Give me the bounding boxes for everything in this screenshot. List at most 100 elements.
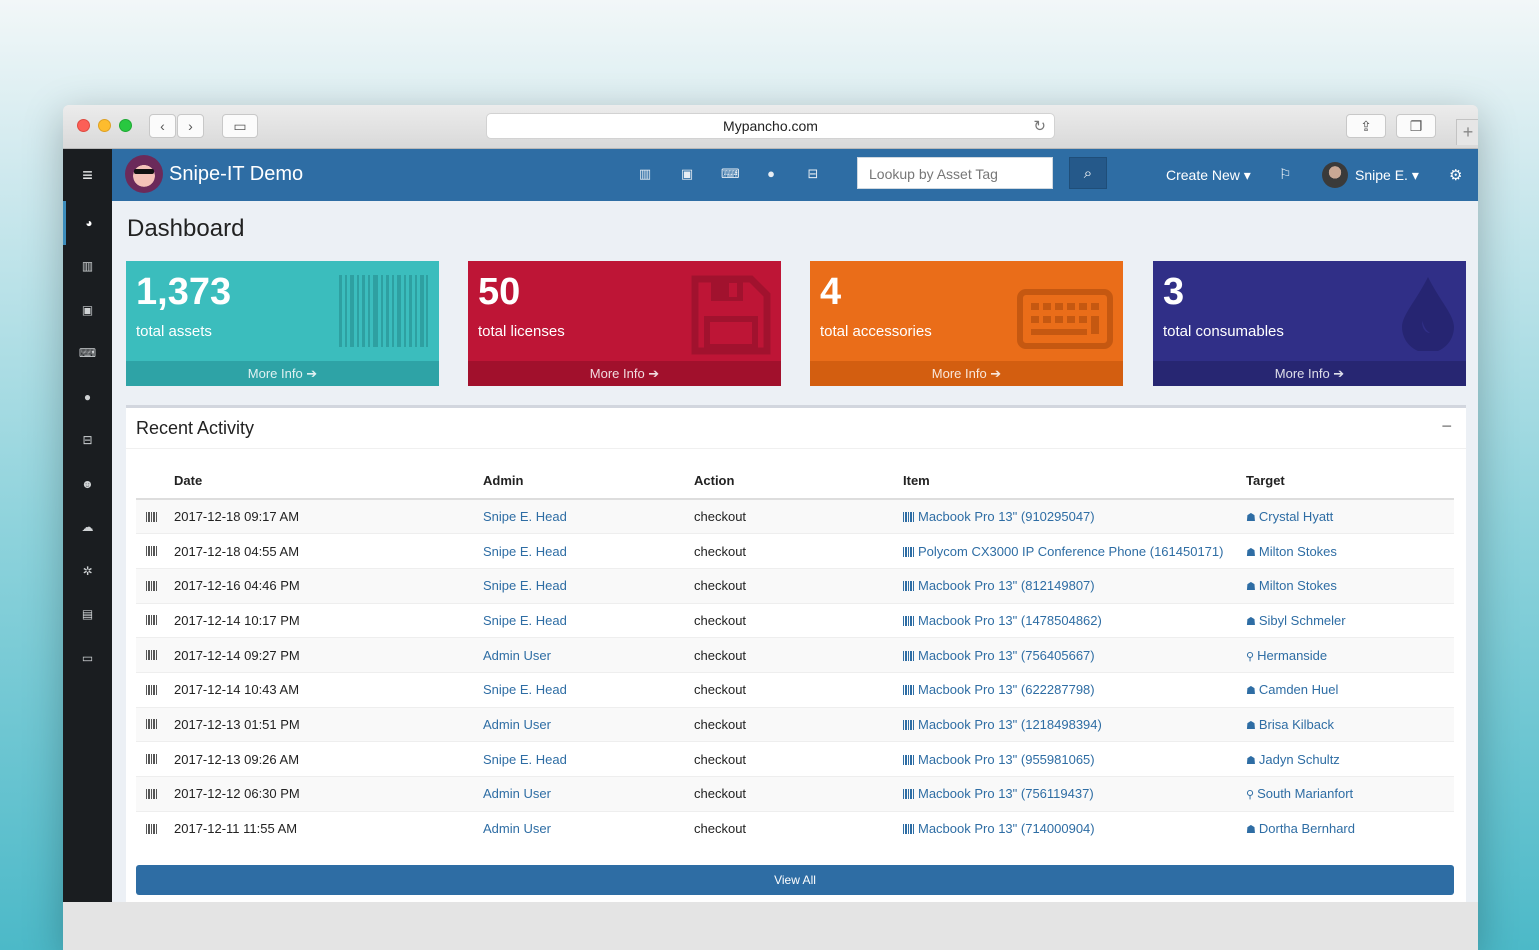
admin-link[interactable]: Snipe E. Head: [483, 613, 567, 628]
page-title: Dashboard: [127, 215, 245, 242]
admin-link[interactable]: Admin User: [483, 786, 551, 801]
laptop-icon: ▭: [81, 650, 94, 665]
forward-button[interactable]: ›: [177, 114, 204, 138]
item-link[interactable]: Macbook Pro 13" (714000904): [918, 821, 1095, 836]
more-info-link[interactable]: More Info ➔: [810, 361, 1123, 386]
stat-box-accessories[interactable]: 4 total accessories More Info ➔: [810, 261, 1123, 386]
user-menu[interactable]: Snipe E. ▾: [1322, 162, 1419, 188]
action-cell: checkout: [684, 533, 893, 569]
admin-link[interactable]: Snipe E. Head: [483, 544, 567, 559]
sidebar-item-people[interactable]: ☻: [63, 462, 112, 506]
item-link[interactable]: Macbook Pro 13" (812149807): [918, 578, 1095, 593]
barcode-icon: [146, 719, 158, 730]
item-link[interactable]: Macbook Pro 13" (955981065): [918, 752, 1095, 767]
more-info-link[interactable]: More Info ➔: [468, 361, 781, 386]
zoom-window-button[interactable]: [119, 119, 132, 132]
brand[interactable]: Snipe-IT Demo: [125, 155, 303, 193]
address-bar[interactable]: Mypancho.com ↻: [486, 113, 1055, 139]
item-cell: Macbook Pro 13" (1478504862): [893, 602, 1236, 638]
barcode-icon: [903, 685, 915, 696]
table-row: 2017-12-11 11:55 AM Admin User checkout Mac…: [136, 810, 1454, 846]
item-link[interactable]: Macbook Pro 13" (622287798): [918, 682, 1095, 697]
stat-box-consumables[interactable]: 3 total consumables More Info ➔: [1153, 261, 1466, 386]
target-link[interactable]: Sibyl Schmeler: [1259, 613, 1346, 628]
sidebar-item-licenses[interactable]: ▣: [63, 288, 112, 332]
view-all-button[interactable]: View All: [136, 865, 1454, 895]
table-row: 2017-12-13 01:51 PM Admin User checkout Mac…: [136, 706, 1454, 742]
menu-toggle[interactable]: ≡: [63, 149, 112, 201]
sidebar-item-settings[interactable]: ✲: [63, 549, 112, 593]
new-tab-button[interactable]: +: [1456, 119, 1478, 145]
item-cell: Macbook Pro 13" (756405667): [893, 637, 1236, 673]
sidebar-item-dashboard[interactable]: ◕: [63, 201, 112, 245]
accessories-keyboard-icon[interactable]: ⌨: [721, 166, 740, 182]
sidebar-item-consumables[interactable]: ●: [63, 375, 112, 419]
tabs-button[interactable]: ❐: [1396, 114, 1436, 138]
column-header-date[interactable]: Date: [164, 463, 473, 500]
admin-link[interactable]: Snipe E. Head: [483, 509, 567, 524]
assets-barcode-icon[interactable]: ▥: [637, 166, 653, 182]
components-hdd-icon[interactable]: ⊟: [805, 166, 821, 182]
target-link[interactable]: Milton Stokes: [1259, 578, 1337, 593]
sidebar-item-reports[interactable]: ▤: [63, 593, 112, 637]
consumables-drop-icon[interactable]: ●: [763, 166, 779, 182]
column-header-item[interactable]: Item: [893, 463, 1236, 500]
admin-link[interactable]: Admin User: [483, 717, 551, 732]
admin-link[interactable]: Admin User: [483, 648, 551, 663]
item-cell: Macbook Pro 13" (1218498394): [893, 706, 1236, 742]
target-link[interactable]: Dortha Bernhard: [1259, 821, 1355, 836]
sidebar-item-import[interactable]: ☁: [63, 506, 112, 550]
target-link[interactable]: Camden Huel: [1259, 682, 1339, 697]
more-info-link[interactable]: More Info ➔: [126, 361, 439, 386]
sidebar-toggle-button[interactable]: ▭: [222, 114, 258, 138]
item-link[interactable]: Macbook Pro 13" (1218498394): [918, 717, 1102, 732]
quick-nav-icons: ▥ ▣ ⌨ ● ⊟: [637, 166, 821, 182]
stat-box-assets[interactable]: 1,373 total assets More Info ➔: [126, 261, 439, 386]
target-link[interactable]: Jadyn Schultz: [1259, 752, 1340, 767]
target-cell: ☗ Camden Huel: [1236, 671, 1454, 708]
stat-box-licenses[interactable]: 50 total licenses More Info ➔: [468, 261, 781, 386]
admin-link[interactable]: Admin User: [483, 821, 551, 836]
user-icon: ☗: [1246, 546, 1256, 559]
stat-label: total licenses: [478, 323, 565, 340]
barcode-icon: [903, 789, 915, 800]
target-link[interactable]: Milton Stokes: [1259, 544, 1337, 559]
item-link[interactable]: Macbook Pro 13" (756119437): [918, 786, 1094, 801]
alerts-flag-icon[interactable]: ⚐: [1279, 166, 1292, 183]
close-window-button[interactable]: [77, 119, 90, 132]
target-link[interactable]: Brisa Kilback: [1259, 717, 1334, 732]
user-icon: ☗: [1246, 824, 1256, 837]
admin-cell: Snipe E. Head: [473, 741, 684, 777]
column-header-target[interactable]: Target: [1236, 463, 1454, 500]
target-cell: ⚲ South Marianfort: [1236, 776, 1454, 812]
admin-cogs-icon[interactable]: ⚙: [1449, 166, 1462, 184]
admin-link[interactable]: Snipe E. Head: [483, 682, 567, 697]
licenses-floppy-icon[interactable]: ▣: [679, 166, 695, 182]
user-icon: ☗: [1246, 719, 1256, 732]
collapse-button[interactable]: −: [1441, 416, 1452, 437]
sidebar-item-accessories[interactable]: ⌨: [63, 332, 112, 376]
column-header-admin[interactable]: Admin: [473, 463, 684, 500]
column-header-action[interactable]: Action: [684, 463, 893, 500]
admin-link[interactable]: Snipe E. Head: [483, 578, 567, 593]
item-link[interactable]: Macbook Pro 13" (1478504862): [918, 613, 1102, 628]
more-info-link[interactable]: More Info ➔: [1153, 361, 1466, 386]
target-link[interactable]: Crystal Hyatt: [1259, 509, 1333, 524]
share-button[interactable]: ⇪: [1346, 114, 1386, 138]
target-link[interactable]: Hermanside: [1257, 648, 1327, 663]
create-new-dropdown[interactable]: Create New ▾: [1166, 167, 1251, 184]
item-link[interactable]: Polycom CX3000 IP Conference Phone (1614…: [918, 544, 1223, 559]
item-link[interactable]: Macbook Pro 13" (756405667): [918, 648, 1095, 663]
sidebar-item-components[interactable]: ⊟: [63, 419, 112, 463]
item-link[interactable]: Macbook Pro 13" (910295047): [918, 509, 1095, 524]
sidebar-item-assets[interactable]: ▥: [63, 245, 112, 289]
keyboard-icon: ⌨: [78, 346, 97, 361]
admin-link[interactable]: Snipe E. Head: [483, 752, 567, 767]
sidebar-item-requestable[interactable]: ▭: [63, 636, 112, 680]
back-button[interactable]: ‹: [149, 114, 176, 138]
search-button[interactable]: ⌕: [1069, 157, 1107, 189]
target-link[interactable]: South Marianfort: [1257, 786, 1353, 801]
minimize-window-button[interactable]: [98, 119, 111, 132]
reload-icon[interactable]: ↻: [1033, 117, 1046, 135]
asset-tag-lookup-input[interactable]: Lookup by Asset Tag: [857, 157, 1053, 189]
